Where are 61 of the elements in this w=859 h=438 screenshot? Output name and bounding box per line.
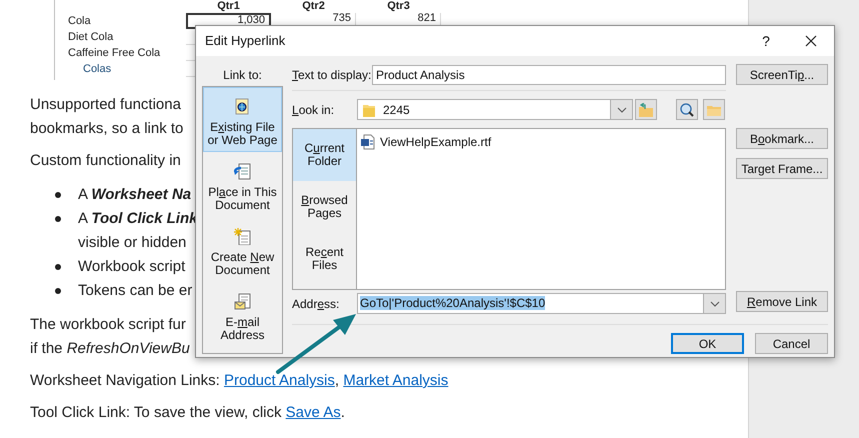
- bullet-icon: [55, 264, 61, 270]
- remove-link-button[interactable]: Remove Link: [736, 291, 828, 312]
- document-globe-icon: [234, 98, 251, 115]
- link[interactable]: Market Analysis: [343, 372, 448, 389]
- address-dropdown[interactable]: GoTo|'Product%20Analysis'!$C$10: [357, 293, 726, 314]
- link-type-option[interactable]: Place in This Document: [203, 152, 282, 217]
- link-type-option[interactable]: Create New Document: [203, 217, 282, 282]
- list-item-text: visible or hidden: [78, 233, 186, 253]
- ok-button[interactable]: OK: [671, 333, 744, 354]
- web-search-button[interactable]: [676, 99, 698, 120]
- screentip-button[interactable]: ScreenTip...: [736, 64, 828, 85]
- new-document-icon: [234, 228, 251, 245]
- list-item-text: Workbook script: [78, 257, 186, 277]
- text-line: if the RefreshOnViewBu: [30, 339, 190, 359]
- bullet-icon: [55, 216, 61, 222]
- text-to-display-label: Text to display:: [292, 67, 372, 84]
- text-line: Tool Click Link: To save the view, click Save As.: [30, 403, 345, 423]
- bullet-icon: [55, 192, 61, 198]
- text-line: Worksheet Navigation Links: Product Analysis, Market Analysis: [30, 371, 448, 391]
- folder-icon: [363, 102, 375, 116]
- column-header: Qtr1: [216, 1, 241, 13]
- list-item-text: A Worksheet Na: [78, 185, 192, 205]
- browse-tab[interactable]: Recent Files: [293, 233, 356, 285]
- column-header: Qtr2: [301, 1, 326, 13]
- bookmark-button[interactable]: Bookmark...: [736, 128, 828, 149]
- link[interactable]: Save As: [286, 404, 341, 421]
- column-header: Qtr3: [386, 1, 411, 13]
- cancel-button[interactable]: Cancel: [755, 333, 828, 354]
- link-type-option[interactable]: E-mail Address: [203, 282, 282, 347]
- document-arrow-icon: [234, 163, 251, 180]
- text-to-display-field[interactable]: Product Analysis: [372, 65, 726, 85]
- row-label: Diet Cola: [67, 30, 114, 45]
- text-line: Unsupported functiona: [30, 95, 181, 115]
- close-icon: [805, 35, 817, 47]
- row-label: Cola: [67, 14, 92, 29]
- chevron-down-icon: [616, 106, 626, 112]
- look-in-dropdown[interactable]: 2245: [357, 99, 633, 120]
- link[interactable]: Product Analysis: [224, 372, 335, 389]
- word-document-icon: [360, 134, 375, 150]
- bullet-icon: [55, 288, 61, 294]
- folder-up-icon: [638, 102, 654, 116]
- document-envelope-icon: [234, 293, 251, 310]
- row-label: Caffeine Free Cola: [67, 46, 162, 61]
- browse-tab[interactable]: Current Folder: [293, 129, 356, 181]
- web-search-icon: [679, 102, 695, 116]
- look-in-label: Look in:: [292, 102, 336, 118]
- target-frame-button[interactable]: Target Frame...: [736, 158, 828, 179]
- chevron-down-icon: [710, 300, 720, 306]
- folder-up-button[interactable]: [635, 99, 657, 120]
- text-line: bookmarks, so a link to: [30, 119, 184, 139]
- help-button[interactable]: ?: [751, 26, 781, 56]
- address-label: Address:: [292, 296, 340, 312]
- text-line: The workbook script fur: [30, 315, 186, 335]
- row-label: Colas: [82, 62, 112, 77]
- list-item-text: Tokens can be er: [78, 281, 192, 301]
- link-type-option[interactable]: Existing File or Web Page: [203, 87, 282, 152]
- link-to-label: Link to:: [223, 67, 262, 84]
- text-line: Custom functionality in: [30, 151, 181, 171]
- browse-tab[interactable]: Browsed Pages: [293, 181, 356, 233]
- window-title: Edit Hyperlink: [205, 32, 286, 50]
- file-name[interactable]: ViewHelpExample.rtf: [380, 133, 492, 151]
